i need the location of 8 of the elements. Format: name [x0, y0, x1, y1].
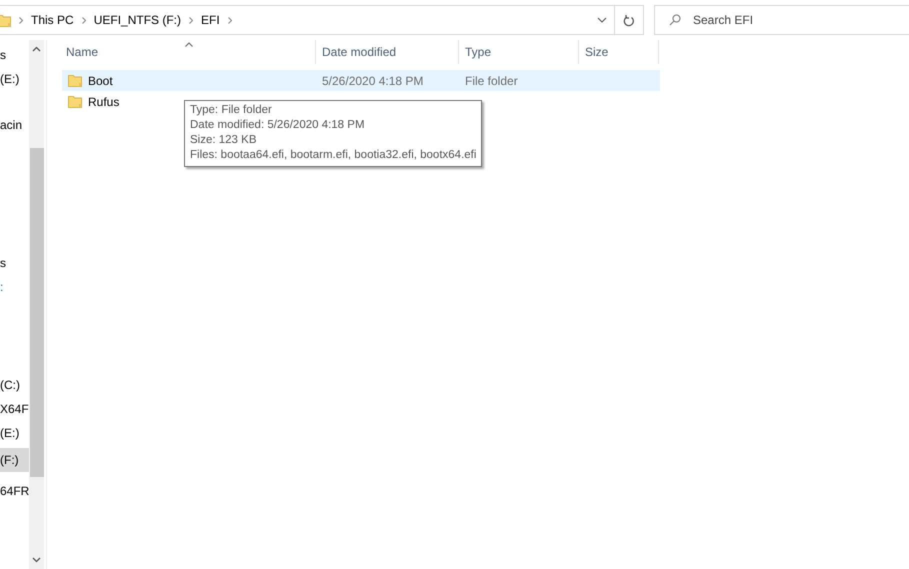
tooltip-line: Files: bootaa64.efi, bootarm.efi, bootia32.efi, bootx64.efi: [190, 148, 476, 163]
tooltip-line: Type: File folder: [190, 103, 273, 118]
type-cell-text: File folder: [464, 74, 519, 88]
tooltip-line: Size: 123 KB: [190, 133, 258, 148]
date-cell-text: 5/26/2020 4:18 PM: [321, 74, 424, 88]
file-name: Boot: [88, 74, 113, 88]
file-name: Rufus: [88, 94, 120, 108]
tooltip-line: Date modified: 5/26/2020 4:18 PM: [190, 118, 366, 133]
